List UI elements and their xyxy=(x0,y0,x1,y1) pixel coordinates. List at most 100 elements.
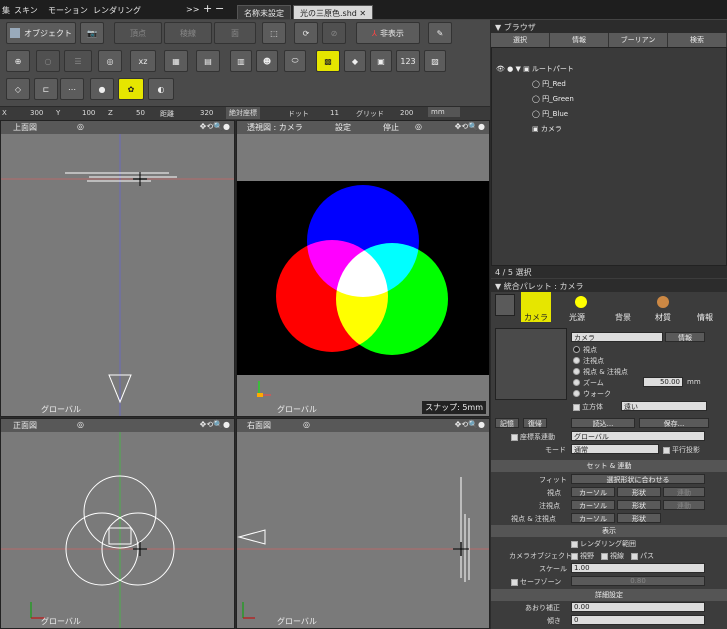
viewport-title[interactable]: 上面図 xyxy=(13,122,37,133)
circle-icon[interactable]: ○ xyxy=(36,50,60,72)
memory-button[interactable]: 記憶 xyxy=(495,418,519,428)
tab-boolean[interactable]: ブーリアン xyxy=(609,33,668,47)
fov-checkbox[interactable]: 視野 xyxy=(571,551,594,561)
menu-item-motion[interactable]: モーション xyxy=(48,5,88,16)
target-icon[interactable]: ◎ xyxy=(415,122,422,131)
safe-zone-checkbox[interactable]: セーフゾーン xyxy=(511,577,561,587)
radio-zoom[interactable] xyxy=(573,379,580,386)
dot-value[interactable]: 11 xyxy=(330,109,339,117)
tool-icon[interactable]: ✎ xyxy=(428,22,452,44)
dist-value[interactable]: 320 xyxy=(200,109,213,117)
select-rect-icon[interactable]: ⬚ xyxy=(262,22,286,44)
camera-preview[interactable] xyxy=(495,328,567,400)
tab-light[interactable]: 光源 xyxy=(569,312,585,323)
setting-menu[interactable]: 設定 xyxy=(335,122,351,133)
coord-select[interactable]: グローバル xyxy=(571,431,705,441)
scale-input[interactable]: 1.00 xyxy=(571,563,705,573)
target-icon[interactable]: ◎ xyxy=(77,122,84,131)
face-mode-button[interactable]: 面 xyxy=(214,22,256,44)
target-icon[interactable]: ◎ xyxy=(303,420,310,429)
zoom-input[interactable]: 50.00 xyxy=(643,377,683,387)
freeform-icon[interactable]: ✿ xyxy=(118,78,144,100)
x-value[interactable]: 300 xyxy=(30,109,43,117)
tree-row-camera[interactable]: ▣ カメラ xyxy=(532,124,562,138)
tab-search[interactable]: 検索 xyxy=(668,33,727,47)
stop-button[interactable]: 停止 xyxy=(383,122,399,133)
tilt-input[interactable]: 0.00 xyxy=(571,602,705,612)
cube-checkbox[interactable]: 立方体 xyxy=(573,402,603,412)
menu-item-edit[interactable]: 集 xyxy=(2,5,10,16)
radio-target[interactable] xyxy=(573,357,580,364)
z-value[interactable]: 50 xyxy=(136,109,145,117)
right-view-viewport[interactable]: 右面図 ◎ ✥⟲🔍● グローバル xyxy=(236,418,490,629)
sphere-icon[interactable]: ● xyxy=(90,78,114,100)
top-view-viewport[interactable]: 上面図 ◎ ✥⟲🔍● グローバル xyxy=(0,120,235,417)
vertex-mode-button[interactable]: 頂点 xyxy=(114,22,162,44)
tab-info[interactable]: 情報 xyxy=(697,312,713,323)
radio-viewpoint[interactable] xyxy=(573,346,580,353)
car-icon[interactable]: ⬭ xyxy=(284,50,306,72)
cube-distance-select[interactable]: 遠い xyxy=(621,401,707,411)
tg-shape-button[interactable]: 形状 xyxy=(617,500,661,510)
image-icon[interactable]: ▣ xyxy=(370,50,392,72)
view-tools-icon[interactable]: ✥⟲🔍● xyxy=(455,122,485,131)
parallel-checkbox[interactable]: 平行投影 xyxy=(663,445,700,455)
head-icon[interactable]: ☻ xyxy=(256,50,278,72)
menu-item-render[interactable]: レンダリング xyxy=(93,5,141,16)
calendar-icon[interactable]: ▥ xyxy=(230,50,252,72)
radio-walk[interactable] xyxy=(573,390,580,397)
tab-untitled[interactable]: 名称未設定 xyxy=(237,5,291,19)
hierarchy-icon[interactable]: ⊏ xyxy=(34,78,58,100)
target-icon[interactable]: ◎ xyxy=(77,420,84,429)
view-tools-icon[interactable]: ✥⟲🔍● xyxy=(200,420,230,429)
tree-row-blue[interactable]: ◯ 円_Blue xyxy=(532,109,568,123)
coord-link-checkbox[interactable]: 座標系連動 xyxy=(511,432,555,442)
both-cursor-button[interactable]: カーソル xyxy=(571,513,615,523)
snap-icon[interactable]: ⊕ xyxy=(6,50,30,72)
perspective-viewport[interactable]: 透視図 : カメラ 設定 停止 ◎ ✥⟲🔍● グローバル スナップ: 5mm xyxy=(236,120,490,417)
safe-zone-input[interactable]: 0.80 xyxy=(571,576,705,586)
tree-row-green[interactable]: ◯ 円_Green xyxy=(532,94,574,108)
unit-select[interactable]: mm xyxy=(428,107,460,117)
camera-info-button[interactable]: 情報 xyxy=(665,332,705,342)
xz-plane-icon[interactable]: xz xyxy=(130,50,156,72)
fit-selection-button[interactable]: 選択形状に合わせる xyxy=(571,474,705,484)
rotate-icon[interactable]: ⟳ xyxy=(294,22,318,44)
texture-icon[interactable]: ▨ xyxy=(424,50,446,72)
object-mode-button[interactable]: オブジェクト xyxy=(6,22,76,44)
grid-icon[interactable]: ▤ xyxy=(196,50,220,72)
set-link-section[interactable]: セット & 連動 xyxy=(491,460,727,472)
connect-icon[interactable]: ⋯ xyxy=(60,78,84,100)
load-button[interactable]: 読込... xyxy=(571,418,635,428)
vp-cursor-button[interactable]: カーソル xyxy=(571,487,615,497)
add-window-button[interactable]: + xyxy=(203,2,212,15)
detail-section[interactable]: 詳細設定 xyxy=(491,589,727,601)
tree-row-root[interactable]: 👁 ● ▼ ▣ ルートパート xyxy=(496,64,574,78)
save-button[interactable]: 保存... xyxy=(639,418,709,428)
palette-back-icon[interactable] xyxy=(495,294,515,316)
coord-mode-select[interactable]: 絶対座標 xyxy=(226,107,260,119)
numeric-icon[interactable]: 123 xyxy=(396,50,420,72)
globe-icon[interactable]: ◎ xyxy=(98,50,122,72)
lock-icon[interactable]: ⊘ xyxy=(322,22,346,44)
edge-mode-button[interactable]: 稜線 xyxy=(164,22,212,44)
camera-select[interactable]: カメラ xyxy=(571,332,663,342)
tab-rgb-doc[interactable]: 光の三原色.shd ✕ xyxy=(293,5,374,19)
display-section[interactable]: 表示 xyxy=(491,525,727,537)
grid-value[interactable]: 200 xyxy=(400,109,413,117)
camera-icon[interactable]: 📷 xyxy=(80,22,104,44)
restore-button[interactable]: 復帰 xyxy=(523,418,547,428)
viewport-title[interactable]: 右面図 xyxy=(247,420,271,431)
bank-input[interactable]: 0 xyxy=(571,615,705,625)
y-value[interactable]: 100 xyxy=(82,109,95,117)
edit-icon[interactable]: ◇ xyxy=(6,78,30,100)
view-tools-icon[interactable]: ✥⟲🔍● xyxy=(455,420,485,429)
overflow-icon[interactable]: >> xyxy=(186,5,199,14)
remove-window-button[interactable]: − xyxy=(215,2,224,15)
ball-icon[interactable]: ◐ xyxy=(148,78,174,100)
shape-icon[interactable]: ◆ xyxy=(344,50,366,72)
tree-row-red[interactable]: ◯ 円_Red xyxy=(532,79,566,93)
view-tools-icon[interactable]: ✥⟲🔍● xyxy=(200,122,230,131)
list-icon[interactable]: ☰ xyxy=(64,50,92,72)
front-view-viewport[interactable]: 正面図 ◎ ✥⟲🔍● グローバル xyxy=(0,418,235,629)
